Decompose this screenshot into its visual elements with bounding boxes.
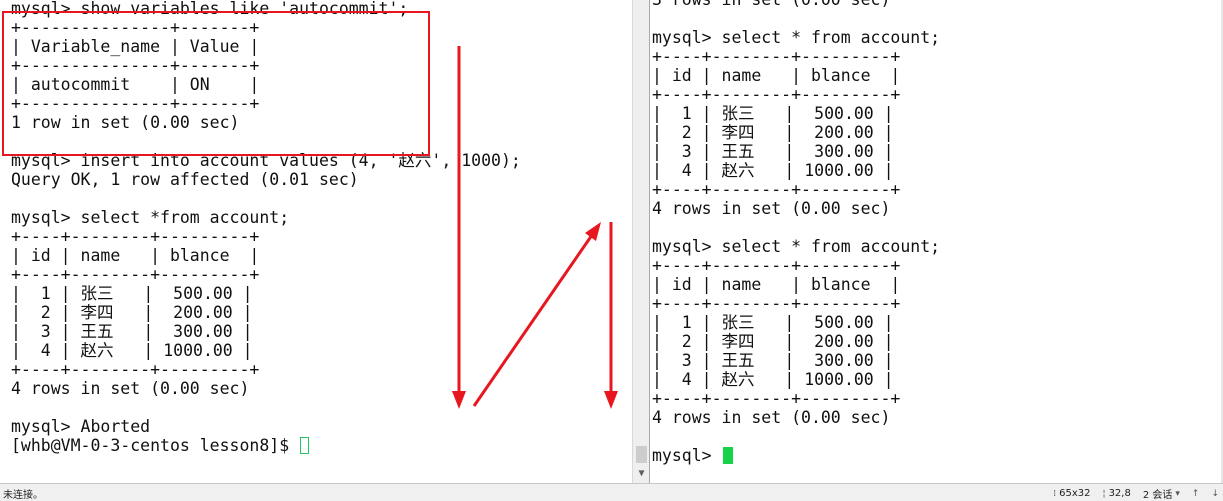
terminal-line: +----+--------+---------+	[11, 227, 260, 246]
arrow-up-icon[interactable]: ↑	[1192, 489, 1200, 499]
session-count-label: 2 会话	[1142, 490, 1173, 501]
terminal-line: | 3 | 王五 | 300.00 |	[652, 142, 894, 161]
terminal-cursor	[722, 447, 733, 464]
session-count[interactable]: 2 会话 ▾	[1143, 486, 1180, 501]
terminal-line: mysql> select * from account;	[652, 28, 941, 47]
terminal-line: 4 rows in set (0.00 sec)	[11, 379, 250, 398]
terminal-line: | 2 | 李四 | 200.00 |	[652, 332, 894, 351]
chevron-down-icon[interactable]: ▾	[1175, 489, 1180, 499]
terminal-line: | 2 | 李四 | 200.00 |	[652, 123, 894, 142]
terminal-line: | id | name | blance |	[652, 275, 901, 294]
terminal-size-value: 65x32	[1059, 488, 1091, 499]
terminal-line: 3 rows in set (0.00 sec)	[652, 0, 940, 9]
terminal-line: 4 rows in set (0.00 sec)	[652, 199, 891, 218]
terminal-cursor	[300, 437, 310, 454]
terminal-line: | 3 | 王五 | 300.00 |	[11, 322, 253, 341]
terminal-line: | id | name | blance |	[652, 66, 901, 85]
size-icon: ⁞	[1053, 488, 1057, 499]
terminal-line: +----+--------+---------+	[652, 85, 901, 104]
terminal-line: | 1 | 张三 | 500.00 |	[11, 284, 253, 303]
connection-status: 未连接。	[3, 490, 43, 501]
terminal-line: +----+--------+---------+	[652, 294, 901, 313]
terminal-prompt-line[interactable]: [whb@VM-0-3-centos lesson8]$	[11, 436, 521, 455]
terminal-line: +----+--------+---------+	[652, 47, 901, 66]
terminal-line: | id | name | blance |	[11, 246, 260, 265]
status-bar-info: ⁞ 65x32 ¦ 32,8 2 会话 ▾ ↑ ↓	[1053, 486, 1219, 501]
terminal-line: | 4 | 赵六 | 1000.00 |	[652, 370, 894, 389]
terminal-line: | 4 | 赵六 | 1000.00 |	[652, 161, 894, 180]
left-scrollbar[interactable]: ▼	[632, 0, 650, 483]
terminal-line: mysql> select * from account;	[652, 237, 941, 256]
terminal-line: +----+--------+---------+	[652, 256, 901, 275]
terminal-line: +----+--------+---------+	[652, 180, 901, 199]
terminal-window: mysql> show variables like 'autocommit';…	[0, 0, 1223, 501]
terminal-line: | 1 | 张三 | 500.00 |	[652, 104, 894, 123]
mysql-prompt: mysql>	[652, 446, 722, 465]
cursor-position-value: 32,8	[1108, 488, 1131, 499]
status-bar: 未连接。 ⁞ 65x32 ¦ 32,8 2 会话 ▾ ↑ ↓	[0, 483, 1223, 501]
terminal-line: Query OK, 1 row affected (0.01 sec)	[11, 170, 359, 189]
arrow-down-icon[interactable]: ↓	[1211, 489, 1219, 499]
terminal-line: | 1 | 张三 | 500.00 |	[652, 313, 894, 332]
terminal-line: mysql> select *from account;	[11, 208, 290, 227]
chevron-down-icon[interactable]: ▼	[633, 467, 650, 481]
highlight-annotation-box	[2, 11, 430, 156]
right-terminal-output: 3 rows in set (0.00 sec) mysql> select *…	[652, 0, 940, 465]
terminal-size: ⁞ 65x32	[1053, 488, 1090, 499]
terminal-line: 4 rows in set (0.00 sec)	[652, 408, 891, 427]
right-terminal-pane[interactable]: 3 rows in set (0.00 sec) mysql> select *…	[650, 0, 1223, 483]
terminal-prompt-line[interactable]: mysql>	[652, 446, 940, 465]
terminal-line: | 3 | 王五 | 300.00 |	[652, 351, 894, 370]
terminal-line: +----+--------+---------+	[11, 360, 260, 379]
terminal-line: | 2 | 李四 | 200.00 |	[11, 303, 253, 322]
terminal-line: mysql> Aborted	[11, 417, 151, 436]
cursor-position: ¦ 32,8	[1103, 488, 1131, 499]
terminal-line: | 4 | 赵六 | 1000.00 |	[11, 341, 253, 360]
cursor-position-icon: ¦	[1102, 488, 1106, 499]
shell-prompt: [whb@VM-0-3-centos lesson8]$	[11, 436, 300, 455]
terminal-line: +----+--------+---------+	[11, 265, 260, 284]
terminal-line: +----+--------+---------+	[652, 389, 901, 408]
scrollbar-thumb[interactable]	[636, 446, 647, 463]
